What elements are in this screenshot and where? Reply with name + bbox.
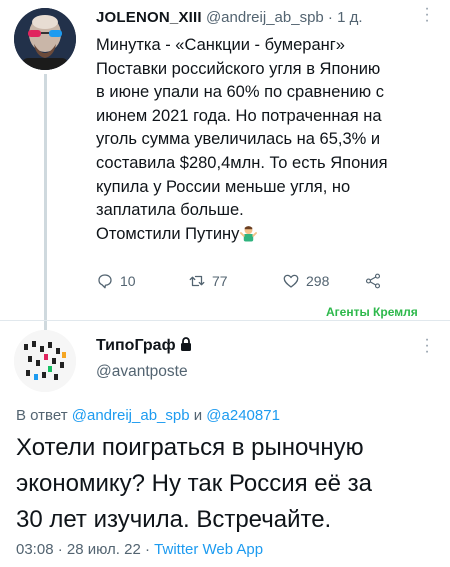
watermark: Агенты Кремля xyxy=(326,305,418,319)
timestamp[interactable]: 1 д. xyxy=(337,9,362,26)
retweet-count: 77 xyxy=(212,273,228,289)
tweet-line: июнем 2021 года. Но потраченная на xyxy=(96,106,382,125)
tweet-actions: 10 77 298 xyxy=(96,272,396,294)
tweet-text: Минутка - «Санкции - бумеранг» Поставки … xyxy=(96,34,441,246)
tweet-line: в июне упали на 60% по сравнению с xyxy=(96,83,384,102)
parent-tweet: JOLENON_XIII @andreij_ab_spb · 1 д. · · · … xyxy=(0,0,450,336)
avatar[interactable] xyxy=(14,8,76,70)
avatar[interactable] xyxy=(14,330,76,392)
reply-icon xyxy=(98,274,112,289)
retweet-action[interactable]: 77 xyxy=(188,272,228,290)
like-icon xyxy=(283,274,299,288)
tweet-line: Поставки российского угля в Японию xyxy=(96,59,381,78)
mention-link[interactable]: @a240871 xyxy=(206,407,280,424)
divider xyxy=(0,320,450,321)
more-icon[interactable]: · · · xyxy=(423,332,431,360)
tweet-line: уголь сумма увеличилась на 65,3% и xyxy=(96,130,381,149)
handle[interactable]: @avantposte xyxy=(96,363,188,381)
tweet-line-last: Отомстили Путину xyxy=(96,223,441,247)
tweet-line: купила у России меньше угля, но xyxy=(96,177,351,196)
retweet-icon xyxy=(189,275,205,287)
meta-date[interactable]: 28 июл. 22 xyxy=(67,541,141,558)
shrug-emoji-icon xyxy=(240,225,258,242)
lock-icon xyxy=(180,337,191,351)
like-action[interactable]: 298 xyxy=(282,272,329,290)
reply-action[interactable]: 10 xyxy=(96,272,136,290)
typograph-logo-avatar xyxy=(14,330,76,392)
like-count: 298 xyxy=(306,273,330,289)
display-name[interactable]: ТипоГраф xyxy=(96,337,192,355)
reply-prefix: В ответ xyxy=(16,407,68,424)
reply-line: 30 лет изучила. Встречайте. xyxy=(16,506,332,533)
meta-separator: · xyxy=(57,541,63,558)
header-separator: · xyxy=(327,9,333,26)
meta-separator: · xyxy=(145,541,150,558)
tweet-meta: 03:08 · 28 июл. 22 · Twitter Web App xyxy=(16,541,263,558)
share-action[interactable] xyxy=(364,272,382,290)
tweet-line: составила $280,4млн. То есть Япония xyxy=(96,153,388,172)
more-icon[interactable]: · · · xyxy=(423,1,431,29)
reply-text: Хотели поиграться в рыночную экономику? … xyxy=(16,430,441,538)
display-name[interactable]: JOLENON_XIII xyxy=(96,9,202,26)
tweet-line: Отомстили Путину xyxy=(96,224,240,243)
handle[interactable]: @andreij_ab_spb xyxy=(206,9,324,26)
share-icon xyxy=(365,273,381,289)
reply-line: экономику? Ну так Россия её за xyxy=(16,470,372,497)
meta-time[interactable]: 03:08 xyxy=(16,541,54,558)
source-link[interactable]: Twitter Web App xyxy=(154,541,263,558)
reply-joiner: и xyxy=(193,407,203,424)
tweet-line: Минутка - «Санкции - бумеранг» xyxy=(96,36,345,54)
mention-link[interactable]: @andreij_ab_spb xyxy=(72,407,190,424)
tweet-header: JOLENON_XIII @andreij_ab_spb · 1 д. xyxy=(96,9,363,26)
reply-context: В ответ @andreij_ab_spb и @a240871 xyxy=(16,407,280,424)
lenin-portrait-avatar xyxy=(14,8,76,70)
reply-count: 10 xyxy=(120,273,136,289)
reply-line: Хотели поиграться в рыночную xyxy=(16,434,364,461)
thread-line xyxy=(44,74,47,336)
tweet-line: заплатила больше. xyxy=(96,201,244,220)
display-name-text: ТипоГраф xyxy=(96,337,176,354)
